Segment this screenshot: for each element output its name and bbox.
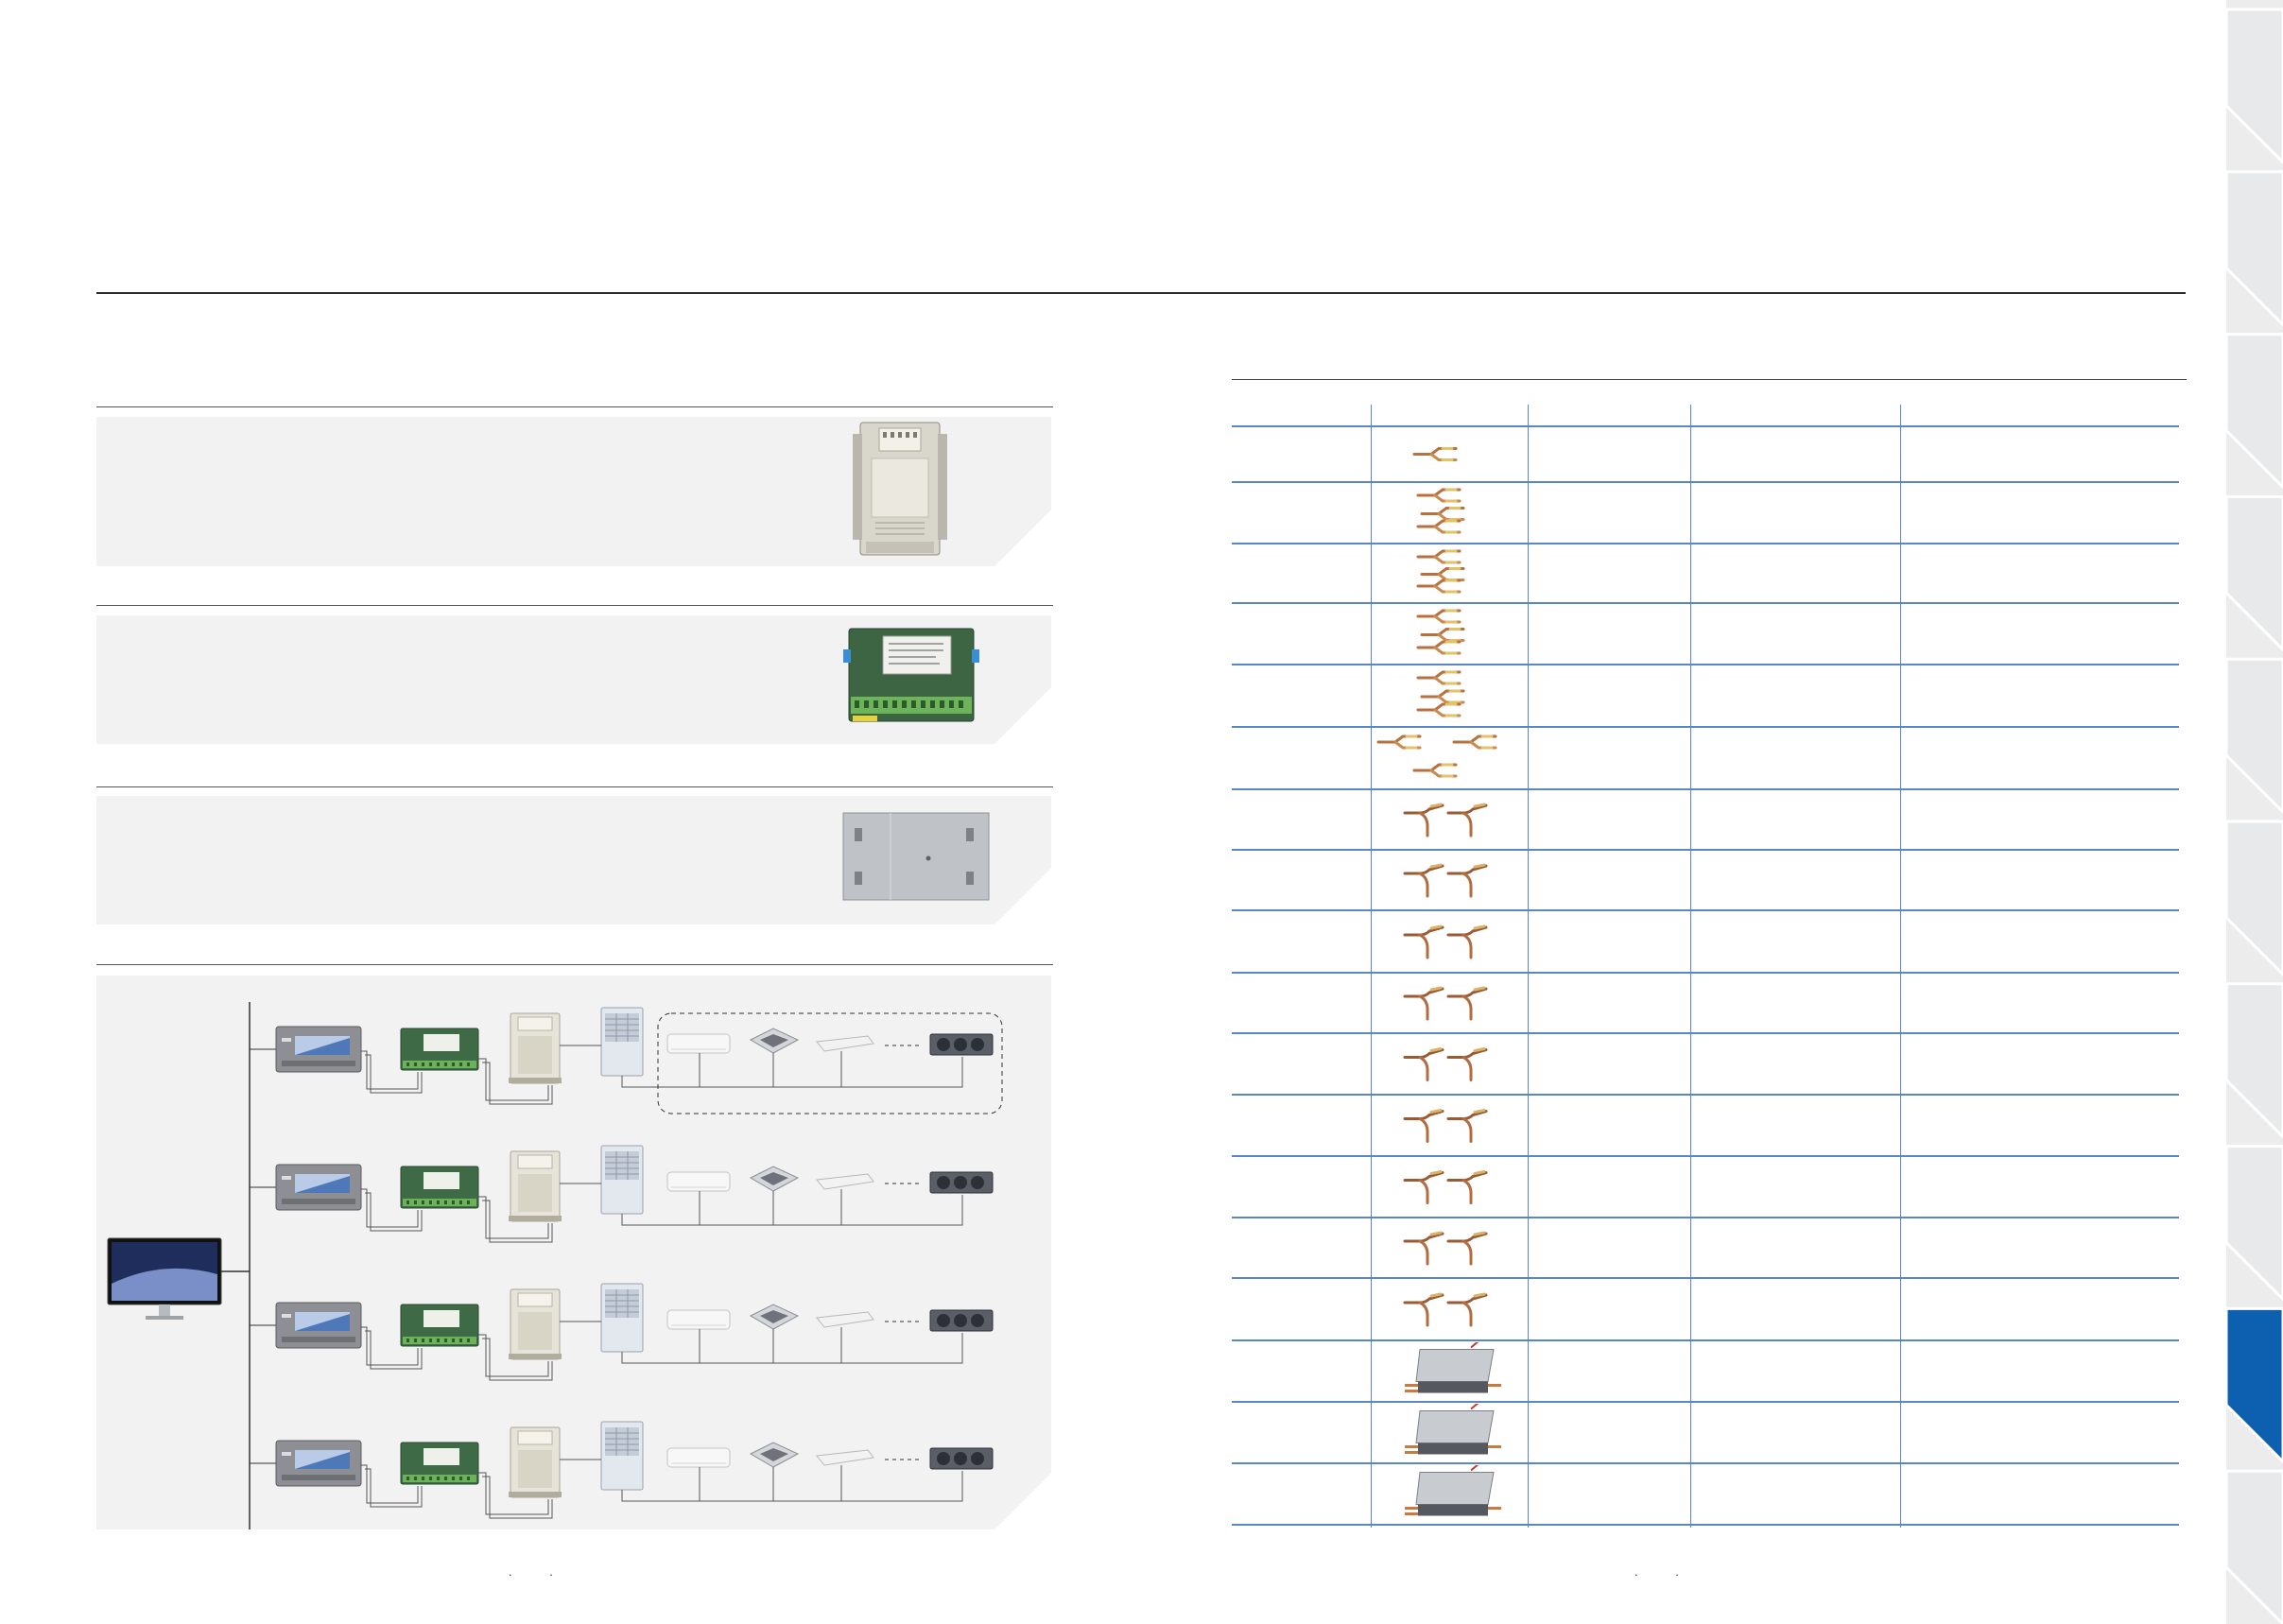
table-row-divider [1232,1032,2179,1034]
branch-header-icon [1416,488,1465,534]
branch-joint-pair-icon [1403,1292,1488,1327]
table-row-divider [1232,1094,2179,1096]
system-row-2 [250,1146,993,1242]
table-row-divider [1232,1217,2179,1218]
table-row-divider [1232,972,2179,974]
branch-joint-pair-icon [1403,1109,1488,1143]
system-diagram [96,976,1051,1529]
system-row-3 [250,1284,993,1380]
right-page-number: . . [1634,1564,1696,1579]
table-col-divider [1371,405,1372,1528]
table-row-divider [1232,602,2179,604]
table-header-line [1232,425,2179,427]
branch-joint-pair-icon [1403,924,1488,959]
branch-header-icon [1416,609,1465,655]
product-panel-gateway [96,615,1051,744]
page-header-rule [96,292,2186,294]
product-panel-mount-plate [96,796,1051,924]
side-tab-strip [2226,0,2283,1624]
table-row-divider [1232,1339,2179,1341]
table-row-divider [1232,849,2179,851]
branch-joint-pair-icon [1403,803,1488,838]
system-row-4 [250,1422,993,1518]
table-col-divider [1528,405,1529,1528]
table-row-divider [1232,788,2179,790]
table-row-divider [1232,1524,2179,1526]
mode-switch-box-icon [1403,1404,1503,1456]
central-computer-icon [108,1238,221,1320]
table-row-divider [1232,664,2179,665]
table-row-divider [1232,726,2179,728]
section-rule-3 [96,786,1053,787]
branch-header-icon [1376,734,1497,778]
section-rule-2 [96,605,1053,606]
table-row-divider [1232,909,2179,911]
table-row-divider [1232,1155,2179,1157]
table-row-divider [1232,1277,2179,1279]
system-row-1 [250,1008,1002,1114]
table-row-divider [1232,543,2179,544]
table-col-divider [1690,405,1691,1528]
product-panel-controller [96,417,1051,566]
branch-joint-pair-icon [1403,863,1488,898]
section-rule-4 [96,964,1053,965]
dinrail-controller-image [853,421,947,558]
branch-header-icon [1416,549,1465,594]
branch-joint-pair-icon [1403,986,1488,1021]
left-page-number: . . [509,1564,570,1579]
branch-joint-pair-icon [1403,1047,1488,1081]
table-row-divider [1232,1462,2179,1464]
mode-switch-box-icon [1403,1465,1503,1517]
mode-switch-box-icon [1403,1342,1503,1394]
table-row-divider [1232,481,2179,483]
table-col-divider [1900,405,1901,1528]
branch-header-icon [1416,670,1465,717]
branch-joint-pair-icon [1403,1231,1488,1266]
y-branch-joint-icon [1412,447,1458,461]
section-rule-1 [96,406,1053,407]
system-diagram-panel [96,976,1051,1529]
table-top-rule [1232,379,2187,380]
gateway-module-image [841,625,981,731]
table-row-divider [1232,1401,2179,1403]
mounting-plate-image [841,811,991,902]
branch-joint-pair-icon [1403,1170,1488,1204]
